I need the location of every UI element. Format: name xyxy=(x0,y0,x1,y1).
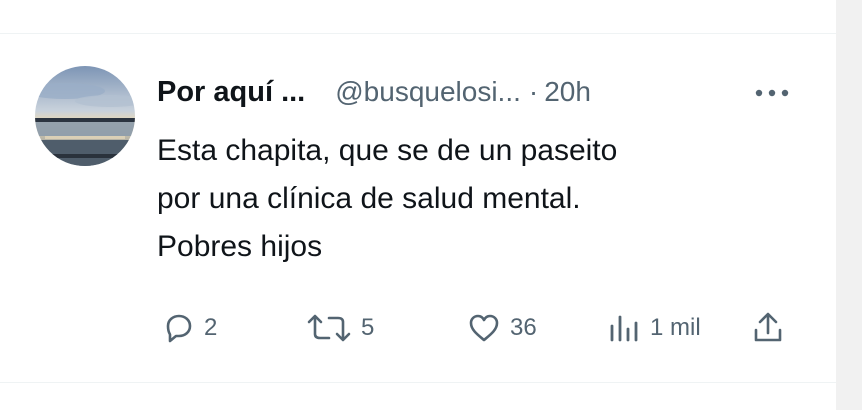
retweet-icon xyxy=(305,310,353,346)
tweet-header: Por aquí ... @busquelosi... · 20h xyxy=(157,72,591,112)
share-button[interactable] xyxy=(750,306,786,350)
views-count: 1 mil xyxy=(650,314,701,341)
tweet-text-line: por una clínica de salud mental. xyxy=(157,182,581,215)
like-count: 36 xyxy=(510,314,537,341)
retweet-count: 5 xyxy=(361,314,375,341)
separator-dot: · xyxy=(528,76,539,107)
share-icon xyxy=(750,310,786,346)
tweet-text-line: Esta chapita, que se de un paseito xyxy=(157,134,618,167)
retweet-button[interactable]: 5 xyxy=(305,306,374,350)
more-dots-icon[interactable] xyxy=(750,78,794,108)
divider xyxy=(0,382,836,383)
views-bar-icon xyxy=(606,310,642,346)
avatar[interactable] xyxy=(35,66,135,166)
heart-icon xyxy=(466,310,502,346)
reply-button[interactable]: 2 xyxy=(160,306,217,350)
timeline: Por aquí ... @busquelosi... · 20h Esta c… xyxy=(0,0,862,410)
reply-count: 2 xyxy=(204,314,218,341)
timestamp[interactable]: 20h xyxy=(544,76,591,108)
views-button[interactable]: 1 mil xyxy=(606,306,701,350)
scrollbar-track[interactable] xyxy=(836,0,862,410)
divider xyxy=(0,33,836,34)
author-handle[interactable]: @busquelosi... xyxy=(335,76,521,108)
tweet-actions: 2 5 36 1 mil xyxy=(0,306,836,350)
reply-icon xyxy=(160,310,196,346)
author-name[interactable]: Por aquí ... xyxy=(157,76,305,109)
tweet-text-line: Pobres hijos xyxy=(157,230,323,263)
like-button[interactable]: 36 xyxy=(466,306,537,350)
tweet-text: Esta chapita, que se de un paseito por u… xyxy=(157,127,797,271)
